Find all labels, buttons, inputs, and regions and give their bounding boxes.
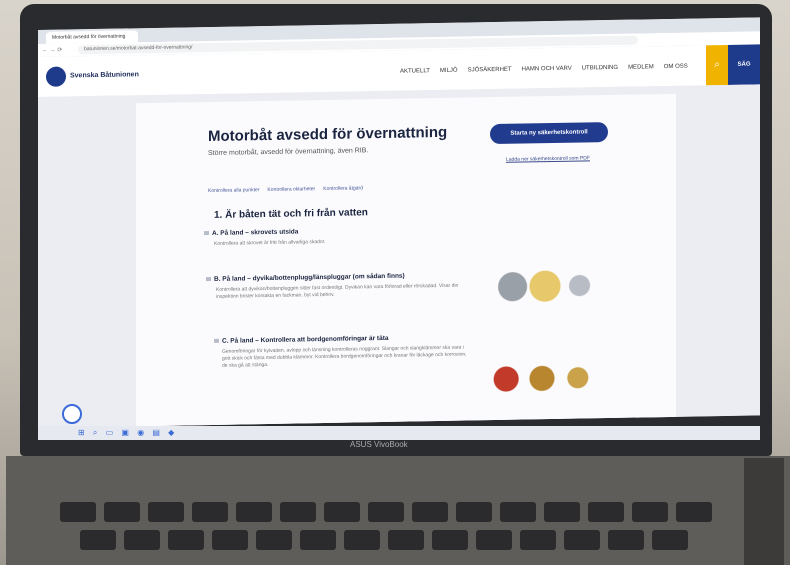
keyboard-key	[368, 502, 404, 522]
windows-taskbar: ⊞ ⌕ ▭ ▣ ◉ ▤ ◆	[38, 426, 760, 440]
keyboard-key	[80, 530, 116, 550]
keyboard-key	[476, 530, 512, 550]
keyboard-key	[148, 502, 184, 522]
item-a-text: Kontrollera att skrovet är fritt från al…	[214, 238, 326, 247]
item-b-text: Kontrollera att dyvikan/bottenpluggen si…	[216, 282, 459, 300]
nav-item[interactable]: SJÖSÄKERHET	[468, 67, 512, 74]
keyboard-key	[412, 502, 448, 522]
keyboard-key	[500, 502, 536, 522]
keyboard-key	[212, 530, 248, 550]
search-button[interactable]: ⌕	[706, 44, 728, 86]
laptop-speaker-grille	[744, 458, 784, 565]
checklist-item-a[interactable]: A. På land – skrovets utsida	[204, 228, 298, 237]
drain-plug-image	[491, 263, 599, 310]
nav-item[interactable]: OM OSS	[664, 64, 688, 70]
search-icon: ⌕	[714, 59, 720, 71]
checkbox-icon[interactable]	[206, 276, 211, 282]
nav-item[interactable]: UTBILDNING	[582, 65, 618, 72]
account-button[interactable]: SÄG	[728, 44, 760, 85]
nav-item[interactable]: AKTUELLT	[400, 68, 430, 75]
download-pdf-link[interactable]: Ladda ner säkerhetskontroll som PDF	[506, 155, 590, 162]
keyboard-key	[168, 530, 204, 550]
back-forward-icons[interactable]: ← → ⟳	[42, 47, 62, 54]
item-c-text: Genomföringar för kylvatten, avlopp och …	[222, 344, 467, 369]
checklist-item-c[interactable]: C. På land – Kontrollera att bordgenomfö…	[214, 335, 389, 345]
page-title: Motorbåt avsedd för övernattning	[208, 123, 448, 146]
keyboard-key	[388, 530, 424, 550]
taskbar-app-icons[interactable]: ⊞ ⌕ ▭ ▣ ◉ ▤ ◆	[78, 428, 177, 438]
keyboard-key	[280, 502, 316, 522]
chat-widget-icon[interactable]	[62, 404, 82, 424]
keyboard-key	[676, 502, 712, 522]
keyboard-key	[588, 502, 624, 522]
section-title: 1. Är båten tät och fri från vatten	[214, 207, 368, 221]
logo-icon[interactable]	[46, 66, 66, 87]
keyboard-key	[608, 530, 644, 550]
keyboard-key	[544, 502, 580, 522]
keyboard-key	[256, 530, 292, 550]
filter-all[interactable]: Kontrollera alla punkter	[208, 187, 259, 194]
keyboard-key	[236, 502, 272, 522]
nav-item[interactable]: HAMN OCH VARV	[522, 66, 572, 73]
page-body: Motorbåt avsedd för övernattning Större …	[38, 84, 760, 429]
laptop-screen: Motorbåt avsedd för övernattning ← → ⟳ b…	[38, 17, 760, 429]
nav-item[interactable]: MEDLEM	[628, 64, 654, 70]
filter-action[interactable]: Kontrollera åtgärd	[323, 185, 363, 192]
keyboard-key	[124, 530, 160, 550]
keyboard-key	[564, 530, 600, 550]
page-subtitle: Större motorbåt, avsedd för övernattning…	[208, 147, 369, 158]
keyboard-key	[60, 502, 96, 522]
keyboard-key	[344, 530, 380, 550]
keyboard-key	[632, 502, 668, 522]
laptop-brand-text: ASUS VivoBook	[350, 440, 408, 449]
brand-name[interactable]: Svenska Båtunionen	[70, 71, 139, 79]
checkbox-icon[interactable]	[214, 338, 219, 343]
photo-scene: Motorbåt avsedd för övernattning ← → ⟳ b…	[0, 0, 790, 565]
keyboard-key	[192, 502, 228, 522]
filter-unclear[interactable]: Kontrollera oklarheter	[267, 186, 315, 193]
keyboard-keys	[60, 472, 780, 565]
content-card: Motorbåt avsedd för övernattning Större …	[136, 93, 676, 429]
keyboard-key	[456, 502, 492, 522]
nav-item[interactable]: MILJÖ	[440, 68, 458, 74]
seacock-valves-image	[486, 353, 598, 400]
keyboard-key	[300, 530, 336, 550]
checklist-item-b[interactable]: B. På land – dyvika/bottenplugg/länsplug…	[206, 273, 405, 283]
filter-toolbar: Kontrollera alla punkter Kontrollera okl…	[208, 185, 363, 194]
checkbox-icon[interactable]	[204, 231, 209, 236]
start-check-button[interactable]: Starta ny säkerhetskontroll	[490, 122, 608, 145]
keyboard-key	[520, 530, 556, 550]
keyboard-key	[324, 502, 360, 522]
keyboard-key	[432, 530, 468, 550]
keyboard-key	[104, 502, 140, 522]
main-nav: AKTUELLT MILJÖ SJÖSÄKERHET HAMN OCH VARV…	[400, 64, 688, 75]
keyboard-key	[652, 530, 688, 550]
